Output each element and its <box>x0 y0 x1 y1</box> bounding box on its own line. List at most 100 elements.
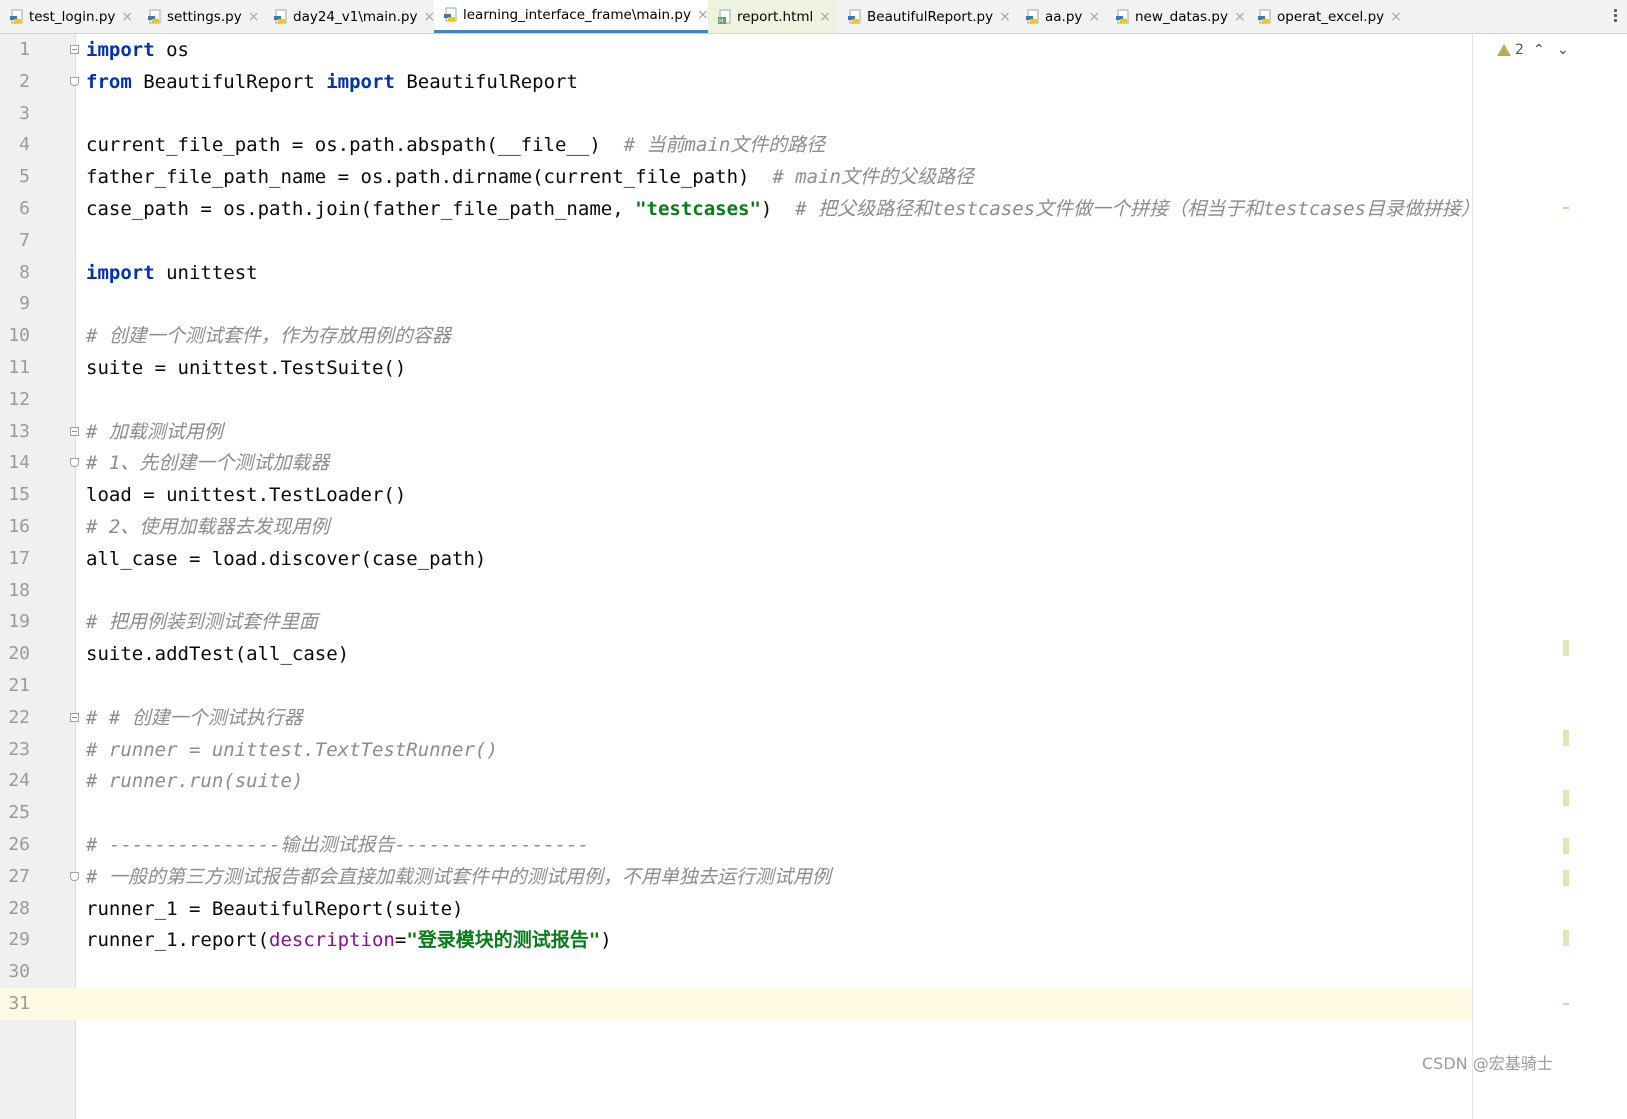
python-file-icon <box>444 7 458 23</box>
code-token: "登录模块的测试报告" <box>406 929 601 952</box>
editor-tab[interactable]: learning_interface_frame\main.py × <box>434 0 709 33</box>
tab-label: new_datas.py <box>1135 8 1228 25</box>
fold-toggle-icon[interactable] <box>70 712 79 722</box>
code-text: # runner = unittest.TextTestRunner() <box>86 734 498 766</box>
code-line[interactable]: 9 <box>0 288 1472 320</box>
fold-toggle-icon[interactable] <box>70 76 79 86</box>
close-tab-icon[interactable]: × <box>1088 9 1100 25</box>
code-line[interactable]: 19 # 把用例装到测试套件里面 <box>0 606 1472 638</box>
editor-tab[interactable]: operat_excel.py × <box>1248 0 1408 33</box>
more-tabs-icon[interactable] <box>1611 8 1619 24</box>
close-tab-icon[interactable]: × <box>121 9 133 25</box>
close-tab-icon[interactable]: × <box>819 9 831 25</box>
code-line[interactable]: 23 # runner = unittest.TextTestRunner() <box>0 734 1472 766</box>
code-text: # ---------------输出测试报告----------------- <box>86 829 589 861</box>
close-tab-icon[interactable]: × <box>697 7 709 23</box>
editor-tab[interactable]: test_login.py × <box>0 0 138 33</box>
editor-tab[interactable]: aa.py × <box>1016 0 1106 33</box>
code-line[interactable]: 26 # ---------------输出测试报告---------------… <box>0 829 1472 861</box>
code-line[interactable]: 1 import os <box>0 34 1472 66</box>
code-line[interactable]: 25 <box>0 797 1472 829</box>
tab-label: report.html <box>737 8 814 25</box>
code-line[interactable]: 4 current_file_path = os.path.abspath(__f… <box>0 129 1472 161</box>
code-token: BeautifulReport <box>131 70 327 93</box>
close-tab-icon[interactable]: × <box>1390 9 1402 25</box>
code-line[interactable]: 2 from BeautifulReport import BeautifulRe… <box>0 66 1472 98</box>
scroll-marker[interactable] <box>1563 730 1569 746</box>
editor-tab[interactable]: Hreport.html × <box>708 0 838 33</box>
close-tab-icon[interactable]: × <box>999 9 1011 25</box>
editor-tab[interactable]: settings.py × <box>138 0 264 33</box>
svg-text:H: H <box>719 18 724 25</box>
code-line[interactable]: 24 # runner.run(suite) <box>0 765 1472 797</box>
code-token: "testcases" <box>635 198 761 220</box>
editor-tab[interactable]: day24_v1\main.py × <box>264 0 435 33</box>
scroll-marker[interactable] <box>1563 870 1569 886</box>
code-token: unittest <box>154 261 258 284</box>
tab-label: test_login.py <box>29 8 116 25</box>
code-line[interactable]: 12 <box>0 384 1472 416</box>
code-line[interactable]: 30 <box>0 956 1472 988</box>
fold-toggle-icon[interactable] <box>70 45 79 54</box>
editor-tab[interactable]: new_datas.py × <box>1106 0 1248 33</box>
code-line[interactable]: 22 # # 创建一个测试执行器 <box>0 702 1472 734</box>
line-number: 1 <box>19 39 30 60</box>
fold-toggle-icon[interactable] <box>70 871 79 881</box>
line-number: 9 <box>19 293 30 315</box>
scroll-marker[interactable] <box>1563 207 1569 209</box>
code-text: from BeautifulReport import BeautifulRep… <box>86 66 578 98</box>
code-line[interactable]: 29 runner_1.report(description="登录模块的测试报告… <box>0 924 1472 956</box>
scroll-marker[interactable] <box>1563 1003 1569 1005</box>
scroll-marker[interactable] <box>1563 640 1569 656</box>
code-line[interactable]: 20 suite.addTest(all_case) <box>0 638 1472 670</box>
close-tab-icon[interactable]: × <box>1234 9 1246 25</box>
code-line[interactable]: 6 case_path = os.path.join(father_file_pa… <box>0 193 1480 225</box>
python-file-icon <box>148 9 162 25</box>
code-token: load = unittest.TestLoader() <box>86 484 407 507</box>
line-number: 30 <box>8 961 30 983</box>
code-line[interactable]: 3 <box>0 98 1472 130</box>
inspection-widget[interactable]: 2 <box>1497 42 1524 58</box>
code-line[interactable]: 28 runner_1 = BeautifulReport(suite) <box>0 893 1472 925</box>
close-tab-icon[interactable]: × <box>248 9 260 25</box>
code-line[interactable]: 31 <box>0 988 1472 1020</box>
code-line[interactable]: 27 # 一般的第三方测试报告都会直接加载测试套件中的测试用例，不用单独去运行测试… <box>0 861 1472 893</box>
code-line[interactable]: 21 <box>0 670 1472 702</box>
python-file-icon <box>1258 9 1272 25</box>
fold-toggle-icon[interactable] <box>70 426 79 436</box>
code-text: # 1、先创建一个测试加载器 <box>86 447 329 479</box>
code-text: suite.addTest(all_case) <box>86 638 349 670</box>
tab-label: learning_interface_frame\main.py <box>463 7 691 23</box>
code-text: current_file_path = os.path.abspath(__fi… <box>86 129 825 161</box>
line-number: 23 <box>8 738 30 760</box>
code-line[interactable]: 10 # 创建一个测试套件，作为存放用例的容器 <box>0 320 1472 352</box>
code-token: # 2、使用加载器去发现用例 <box>86 516 330 538</box>
code-line[interactable]: 8 import unittest <box>0 257 1472 289</box>
scroll-marker[interactable] <box>1563 930 1569 946</box>
line-number: 13 <box>8 420 30 442</box>
line-number: 7 <box>19 229 30 251</box>
code-line[interactable]: 13 # 加载测试用例 <box>0 416 1472 448</box>
line-number: 29 <box>8 929 30 951</box>
scroll-marker[interactable] <box>1563 838 1569 854</box>
code-line[interactable]: 7 <box>0 225 1472 257</box>
code-line[interactable]: 5 father_file_path_name = os.path.dirname… <box>0 161 1472 193</box>
code-text: # runner.run(suite) <box>86 765 303 797</box>
next-highlight-icon[interactable]: ⌄ <box>1557 42 1569 58</box>
code-line[interactable]: 17 all_case = load.discover(case_path) <box>0 543 1472 575</box>
scroll-marker[interactable] <box>1563 790 1569 806</box>
line-number: 22 <box>8 706 30 728</box>
code-line[interactable]: 14 # 1、先创建一个测试加载器 <box>0 447 1472 479</box>
editor-tab[interactable]: BeautifulReport.py × <box>838 0 1016 33</box>
code-token: = <box>394 929 407 952</box>
code-token: # 把父级路径和testcases文件做一个拼接（相当于和testcases目录… <box>795 198 1481 220</box>
code-line[interactable]: 15 load = unittest.TestLoader() <box>0 479 1472 511</box>
code-line[interactable]: 16 # 2、使用加载器去发现用例 <box>0 511 1472 543</box>
line-number: 2 <box>19 70 30 92</box>
code-token: from <box>86 70 132 93</box>
fold-toggle-icon[interactable] <box>70 458 79 468</box>
code-line[interactable]: 18 <box>0 575 1472 607</box>
tab-label: settings.py <box>167 8 242 25</box>
code-line[interactable]: 11 suite = unittest.TestSuite() <box>0 352 1472 384</box>
previous-highlight-icon[interactable]: ⌃ <box>1533 42 1545 58</box>
